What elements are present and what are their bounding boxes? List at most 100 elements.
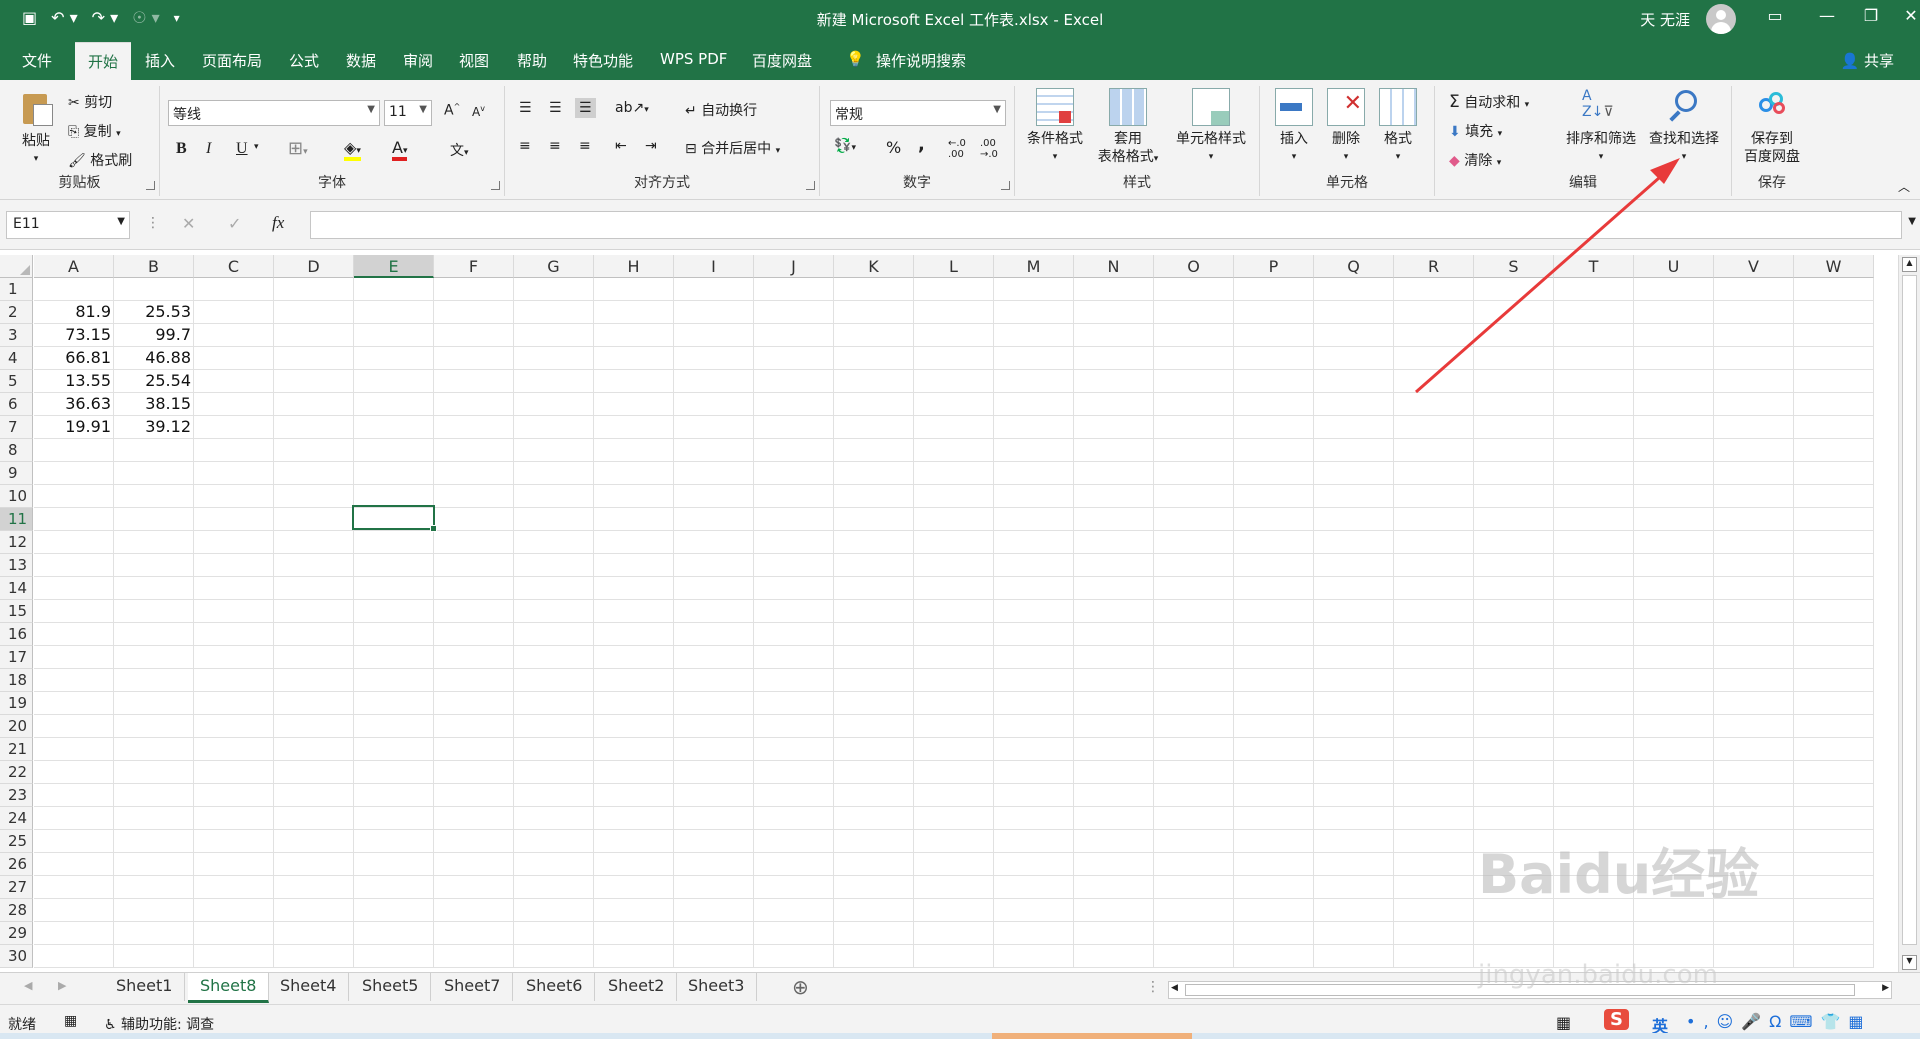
collapse-ribbon-icon[interactable]: ︿ (1898, 178, 1910, 195)
scroll-right-icon[interactable]: ▶ (1882, 983, 1889, 993)
fill-color-icon[interactable]: ◈▾ (344, 138, 361, 161)
cell-styles-button[interactable]: 单元格样式 ▾ (1167, 88, 1255, 166)
row-header-16[interactable]: 16 (0, 623, 33, 646)
tell-me-search[interactable]: 操作说明搜索 (876, 50, 966, 71)
tab-insert[interactable]: 插入 (145, 50, 175, 71)
macro-record-icon[interactable]: ▦ (64, 1013, 77, 1029)
column-header-l[interactable]: L (914, 255, 994, 278)
column-header-r[interactable]: R (1394, 255, 1474, 278)
column-header-s[interactable]: S (1474, 255, 1554, 278)
row-header-3[interactable]: 3 (0, 324, 33, 347)
percent-button[interactable]: % (886, 138, 901, 157)
column-header-o[interactable]: O (1154, 255, 1234, 278)
sort-filter-button[interactable]: A Z↓⊽ 排序和筛选 ▾ (1561, 88, 1641, 166)
row-header-27[interactable]: 27 (0, 876, 33, 899)
row-header-22[interactable]: 22 (0, 761, 33, 784)
row-header-28[interactable]: 28 (0, 899, 33, 922)
share-button[interactable]: 👤 共享 (1841, 50, 1894, 71)
align-bottom-icon[interactable]: ☰ (575, 98, 596, 118)
font-launcher-icon[interactable] (491, 181, 500, 190)
enter-formula-icon[interactable]: ✓ (228, 214, 241, 233)
row-header-30[interactable]: 30 (0, 945, 33, 968)
row-header-19[interactable]: 19 (0, 692, 33, 715)
format-painter-button[interactable]: 🖌 格式刷 (68, 150, 132, 170)
tab-split-grip-icon[interactable]: ⋮ (1146, 979, 1160, 995)
find-select-button[interactable]: 查找和选择 ▾ (1641, 88, 1727, 166)
sogou-ime-icon[interactable]: S (1604, 1009, 1629, 1030)
tab-formulas[interactable]: 公式 (289, 50, 319, 71)
align-middle-icon[interactable]: ☰ (549, 100, 562, 116)
column-header-p[interactable]: P (1234, 255, 1314, 278)
tab-view[interactable]: 视图 (459, 50, 489, 71)
row-header-5[interactable]: 5 (0, 370, 33, 393)
column-header-d[interactable]: D (274, 255, 354, 278)
row-header-10[interactable]: 10 (0, 485, 33, 508)
column-header-v[interactable]: V (1714, 255, 1794, 278)
cell-a4[interactable]: 66.81 (34, 347, 114, 370)
insert-function-icon[interactable]: fx (272, 213, 284, 233)
underline-button[interactable]: U (236, 140, 248, 158)
save-to-baidu-button[interactable]: 保存到 百度网盘 (1736, 88, 1808, 166)
tab-file[interactable]: 文件 (22, 50, 52, 71)
column-header-h[interactable]: H (594, 255, 674, 278)
cell-a7[interactable]: 19.91 (34, 416, 114, 439)
align-top-icon[interactable]: ☰ (519, 100, 532, 116)
phonetic-icon[interactable]: 文▾ (450, 140, 469, 160)
row-header-21[interactable]: 21 (0, 738, 33, 761)
sheet-tab-sheet7[interactable]: Sheet7 (432, 973, 514, 1001)
font-color-icon[interactable]: A▾ (392, 138, 408, 161)
align-left-icon[interactable]: ≡ (519, 138, 531, 154)
ime-tools-icons[interactable]: •,☺🎤Ω⌨👕▦ (1686, 1012, 1871, 1031)
row-header-23[interactable]: 23 (0, 784, 33, 807)
row-header-15[interactable]: 15 (0, 600, 33, 623)
orientation-icon[interactable]: ab↗▾ (615, 100, 649, 116)
sheet-tab-sheet1[interactable]: Sheet1 (104, 973, 186, 1001)
column-header-i[interactable]: I (674, 255, 754, 278)
clipboard-launcher-icon[interactable] (146, 181, 155, 190)
fill-button[interactable]: ⬇ 填充 ▾ (1449, 121, 1502, 141)
sheet-tab-sheet2[interactable]: Sheet2 (596, 973, 678, 1001)
increase-indent-icon[interactable]: ⇥ (645, 138, 657, 154)
paste-button[interactable]: 粘贴 ▾ (14, 90, 58, 168)
decrease-indent-icon[interactable]: ⇤ (615, 138, 627, 154)
clear-button[interactable]: ◆ 清除 ▾ (1449, 150, 1501, 170)
formula-input[interactable] (310, 211, 1902, 239)
alignment-launcher-icon[interactable] (806, 181, 815, 190)
cell-a3[interactable]: 73.15 (34, 324, 114, 347)
shrink-font-icon[interactable]: Av (472, 104, 485, 119)
sheet-tab-sheet8[interactable]: Sheet8 (188, 973, 270, 1003)
restore-icon[interactable]: ❐ (1856, 6, 1886, 25)
row-header-11[interactable]: 11 (0, 508, 33, 531)
tab-page-layout[interactable]: 页面布局 (202, 50, 262, 71)
cell-a5[interactable]: 13.55 (34, 370, 114, 393)
row-header-18[interactable]: 18 (0, 669, 33, 692)
cell-b2[interactable]: 25.53 (114, 301, 194, 324)
decrease-decimal-icon[interactable]: .00 →.0 (980, 138, 998, 160)
row-header-25[interactable]: 25 (0, 830, 33, 853)
vertical-scrollbar[interactable]: ▲ ▼ (1898, 255, 1920, 972)
cell-a6[interactable]: 36.63 (34, 393, 114, 416)
column-header-t[interactable]: T (1554, 255, 1634, 278)
add-sheet-icon[interactable]: ⊕ (792, 975, 809, 999)
number-format-select[interactable]: 常规 ▼ (830, 100, 1006, 126)
format-as-table-button[interactable]: 套用 表格格式▾ (1093, 88, 1163, 168)
sheet-tab-sheet4[interactable]: Sheet4 (268, 973, 350, 1001)
row-header-2[interactable]: 2 (0, 301, 33, 324)
prev-sheet-icon[interactable]: ◀ (24, 979, 32, 992)
tab-help[interactable]: 帮助 (517, 50, 547, 71)
column-header-c[interactable]: C (194, 255, 274, 278)
align-right-icon[interactable]: ≡ (579, 138, 591, 154)
format-cells-button[interactable]: 格式 ▾ (1376, 88, 1420, 166)
close-icon[interactable]: ✕ (1896, 6, 1920, 25)
tab-wps-pdf[interactable]: WPS PDF (660, 50, 727, 68)
column-header-e[interactable]: E (354, 255, 434, 278)
insert-cells-button[interactable]: 插入 ▾ (1272, 88, 1316, 166)
row-header-12[interactable]: 12 (0, 531, 33, 554)
tab-home[interactable]: 开始 (75, 42, 132, 80)
cell-b5[interactable]: 25.54 (114, 370, 194, 393)
merge-center-button[interactable]: ⊟ 合并后居中 ▾ (685, 138, 780, 158)
scroll-down-icon[interactable]: ▼ (1902, 955, 1917, 970)
column-header-j[interactable]: J (754, 255, 834, 278)
tab-review[interactable]: 审阅 (403, 50, 433, 71)
row-header-26[interactable]: 26 (0, 853, 33, 876)
